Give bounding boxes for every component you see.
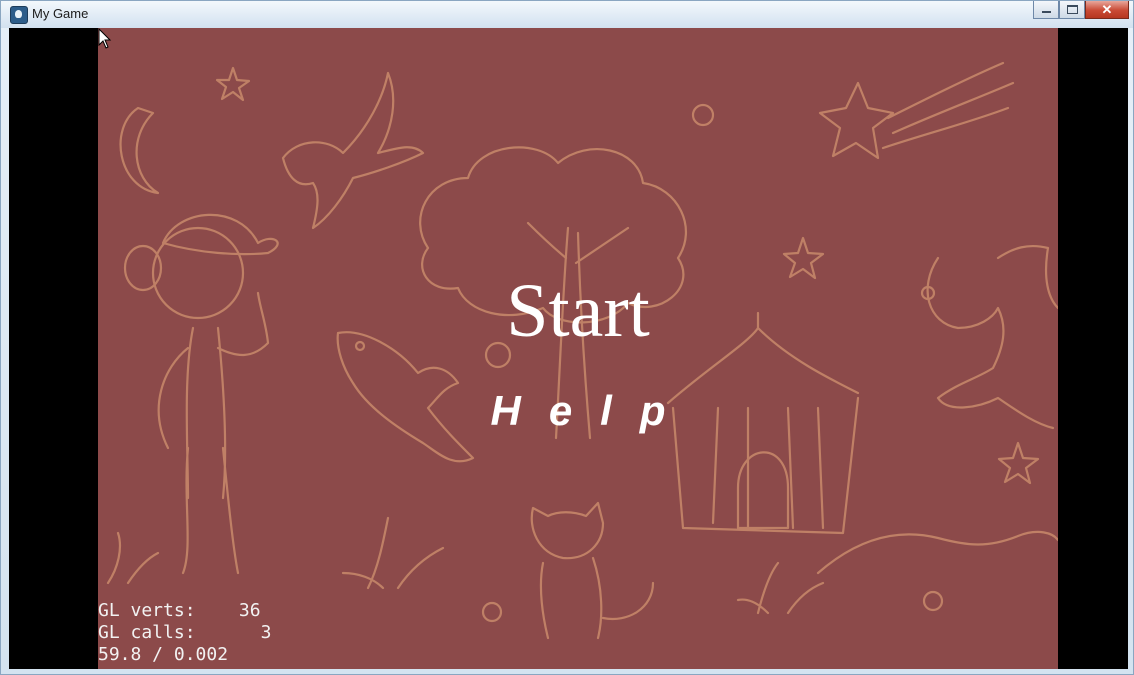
app-icon: [10, 6, 28, 24]
star-doodle: [215, 66, 251, 102]
gl-verts-label: GL verts:: [98, 600, 196, 621]
gl-stats-overlay: GL verts: 36 GL calls: 3 59.8 / 0.002: [98, 600, 271, 666]
game-canvas[interactable]: Start Help GL verts: 36 GL calls: 3 59.8 /…: [98, 28, 1058, 669]
star-doodle: [782, 236, 825, 280]
snake-doodle: [816, 530, 1058, 575]
maximize-button[interactable]: [1059, 1, 1085, 19]
gl-calls-label: GL calls:: [98, 622, 196, 643]
gl-calls-value: 3: [260, 622, 272, 643]
title-bar[interactable]: My Game ✕: [1, 1, 1133, 28]
minimize-button[interactable]: [1033, 1, 1059, 19]
start-button[interactable]: Start: [98, 273, 1058, 349]
client-area: Start Help GL verts: 36 GL calls: 3 59.8 /…: [9, 28, 1128, 669]
mouse-cursor-icon: [98, 28, 112, 49]
moon-doodle: [119, 106, 160, 195]
bird-doodle: [281, 71, 425, 230]
help-button[interactable]: Help: [98, 390, 1058, 432]
fps-line: 59.8 / 0.002: [98, 644, 229, 665]
grass-doodle: [736, 561, 825, 615]
caption-buttons: ✕: [1033, 1, 1129, 19]
gl-verts-line: GL verts: 36: [98, 600, 271, 622]
window-title: My Game: [32, 6, 89, 21]
gl-verts-value: 36: [238, 600, 261, 621]
gl-calls-line: GL calls: 3: [98, 622, 271, 644]
shooting-star-doodle: [818, 61, 1015, 160]
close-button[interactable]: ✕: [1085, 1, 1129, 19]
grass-doodle: [106, 516, 445, 590]
game-window: My Game ✕ Start Help GL verts: 36 GL cal…: [0, 0, 1134, 675]
cat-doodle: [530, 501, 655, 640]
star-doodle: [997, 441, 1040, 485]
